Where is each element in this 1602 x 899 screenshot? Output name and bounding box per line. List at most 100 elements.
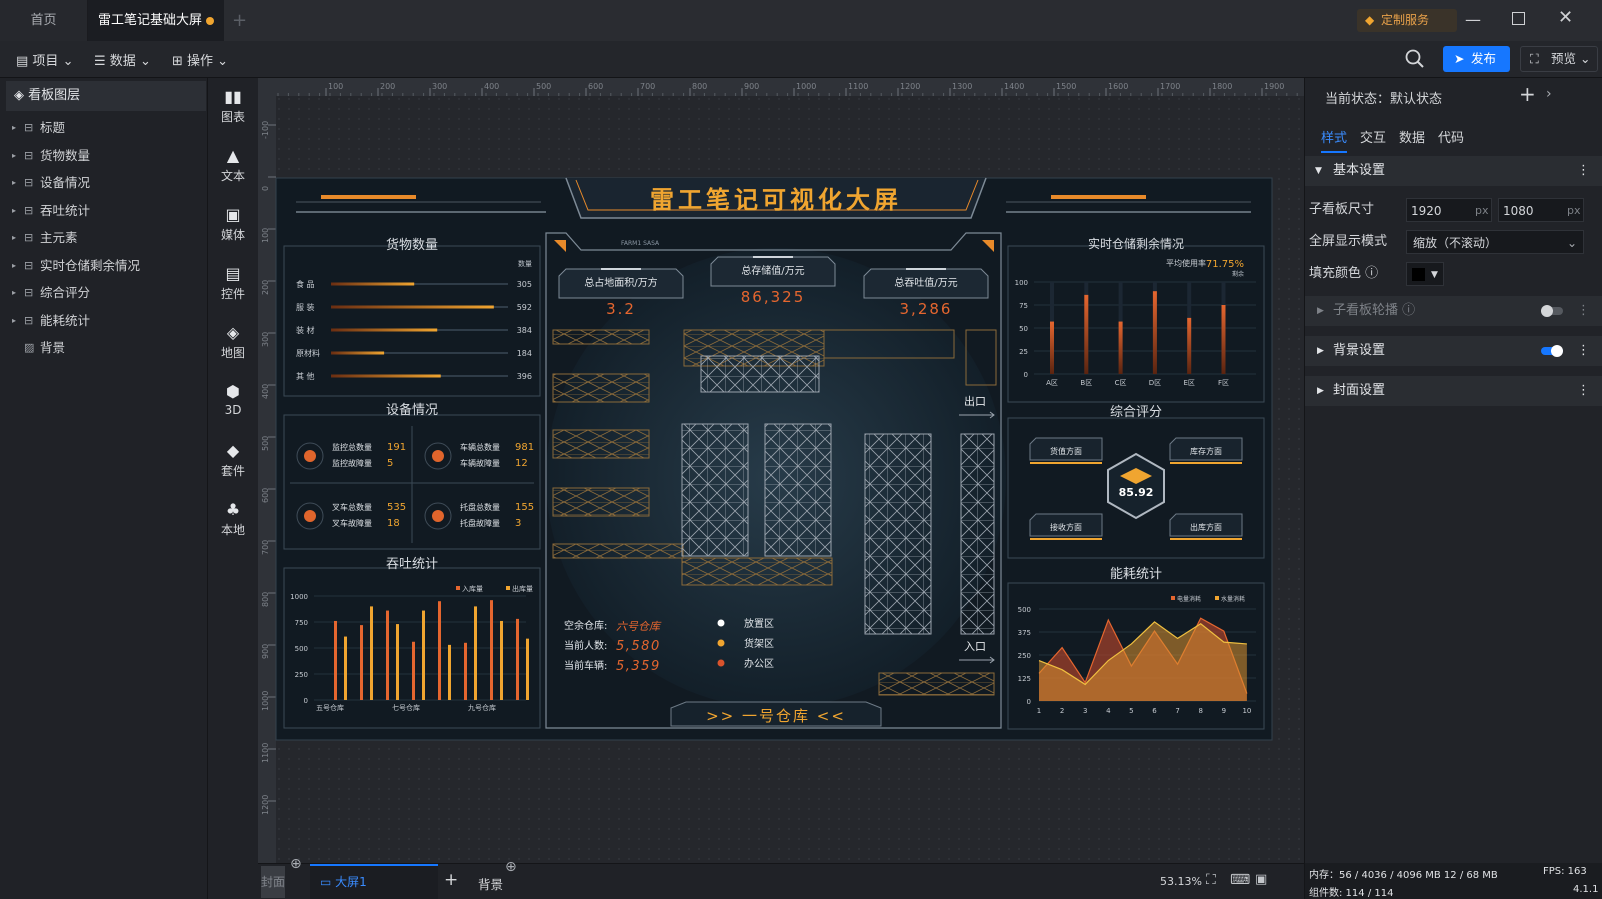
fill-row: 填充颜色 ⓘ ▼ [1305,262,1602,286]
editor-canvas[interactable]: 100 200 300 400 500 600 700 800 900 1000 1100 1200 1… [258,78,1304,863]
stat-value: 3,286 [900,300,953,318]
component-0[interactable]: ▮▮ 图表 [208,86,258,142]
through-legend-swatch [456,586,460,590]
bg-settings-header[interactable]: ▶ 背景设置 ⋮ [1305,336,1602,366]
terminal-icon[interactable]: ▣ [1255,872,1267,887]
storage-ytick: 50 [1019,325,1028,333]
project-menu[interactable]: ▤ 项目 ⌄ [16,50,73,69]
layer-item[interactable]: ▸ ⊟ 实时仓储剩余情况 [0,252,208,280]
add-cover-icon[interactable]: ⊕ [290,856,302,872]
layer-item[interactable]: ▨ 背景 [0,334,208,362]
operate-menu[interactable]: ⊞ 操作 ⌄ [172,50,228,69]
component-7[interactable]: ♣ 本地 [208,499,258,555]
storage-legend: 剩余 [1232,270,1244,278]
cargo-bar [331,305,494,309]
preview-button[interactable]: ⛶ 预览 ⌄ [1520,46,1598,72]
fill-color-picker[interactable]: ▼ [1406,262,1444,286]
data-menu[interactable]: ☰ 数据 ⌄ [94,50,151,69]
custom-service-button[interactable]: ◆ 定制服务 [1357,9,1457,32]
add-bg-icon[interactable]: ⊕ [505,859,517,875]
publish-button[interactable]: ➤ 发布 [1443,46,1510,72]
props-tab[interactable]: 样式 [1321,127,1348,153]
ruler-label: 1000 [796,82,816,91]
component-5[interactable]: ⬢ 3D [208,381,258,437]
zone-label: 放置区 [744,617,774,630]
map-icon: ◈ [226,323,240,342]
layer-item[interactable]: ▸ ⊟ 货物数量 [0,142,208,170]
height-unit: px [1567,204,1581,217]
more-icon[interactable]: ⋮ [1577,296,1590,326]
equip-value: 191 [387,442,406,453]
minimize-icon[interactable]: — [1465,10,1481,29]
height-input[interactable]: 1080 px [1498,198,1584,222]
layer-item[interactable]: ▸ ⊟ 主元素 [0,224,208,252]
data-label: 数据 [109,54,136,69]
screen-small-tag: FARM1 SASA [621,240,660,247]
screen-tab[interactable]: ▭ 大屏1 [310,864,438,899]
maximize-icon[interactable] [1512,12,1525,25]
keyboard-icon[interactable]: ⌨ [1230,872,1250,888]
new-tab-button[interactable]: + [232,0,256,41]
score-label: 出库方面 [1190,522,1222,532]
background-tab[interactable]: 背景 [478,874,503,893]
layer-item[interactable]: ▸ ⊟ 设备情况 [0,169,208,197]
tab-home[interactable]: 首页 [0,0,88,41]
chevron-down-icon: ⌄ [1576,51,1591,66]
cover-settings-label: 封面设置 [1333,383,1386,398]
through-ytick: 500 [295,645,308,653]
add-state-button[interactable]: + [1519,82,1536,106]
tab-active[interactable]: 雷工笔记基础大屏 [88,0,224,41]
search-icon[interactable] [1404,48,1426,70]
component-4[interactable]: ◈ 地图 [208,322,258,378]
equip-label: 叉车故障量 [332,518,372,528]
mode-select[interactable]: 缩放（不滚动） ⌄ [1406,230,1584,254]
mode-value: 缩放（不滚动） [1413,236,1498,250]
info-label: 当前车辆: [564,659,607,672]
props-tab[interactable]: 数据 [1399,127,1425,146]
width-input[interactable]: 1920 px [1406,198,1492,222]
layer-label: 综合评分 [40,285,91,300]
component-6[interactable]: ◆ 套件 [208,440,258,496]
layer-item[interactable]: ▸ ⊟ 标题 [0,114,208,142]
more-icon[interactable]: ⋮ [1577,376,1590,406]
through-ytick: 0 [304,697,308,705]
chevron-right-icon: ▸ [12,233,17,242]
layers-header[interactable]: ◈ 看板图层 [6,81,206,111]
fit-screen-icon[interactable]: ⛶ [1206,872,1216,888]
carousel-toggle[interactable] [1541,305,1563,317]
layer-label: 实时仓储剩余情况 [40,257,141,273]
score-label: 接收方面 [1050,522,1082,532]
more-icon[interactable]: ⋮ [1577,336,1590,366]
width-unit: px [1475,204,1489,217]
component-3[interactable]: ▤ 控件 [208,263,258,319]
layer-item[interactable]: ▸ ⊟ 能耗统计 [0,307,208,335]
more-icon[interactable]: ⋮ [1577,156,1590,186]
component-2[interactable]: ▣ 媒体 [208,204,258,260]
props-tab[interactable]: 代码 [1438,127,1464,146]
energy-ytick: 0 [1027,698,1031,706]
layer-item[interactable]: ▸ ⊟ 吞吐统计 [0,197,208,225]
basic-settings-header[interactable]: ▼ 基本设置 ⋮ [1305,156,1602,186]
stat-value: 86,325 [741,288,806,306]
image-icon: ▨ [24,341,35,354]
close-icon[interactable]: ✕ [1558,7,1573,28]
storage-ytick: 75 [1019,302,1028,310]
zoom-level[interactable]: 53.13% [1160,875,1202,888]
cargo-title: 货物数量 [386,237,438,253]
cargo-bar [331,351,385,355]
cargo-label: 装 材 [296,325,315,335]
toolbar: ▤ 项目 ⌄ ☰ 数据 ⌄ ⊞ 操作 ⌄ ➤ 发布 ⛶ 预览 ⌄ [0,41,1602,78]
chevron-right-icon[interactable]: › [1546,86,1552,102]
bg-toggle[interactable] [1541,345,1563,357]
through-ytick: 1000 [290,593,308,601]
component-1[interactable]: ▲ 文本 [208,145,258,201]
equip-icon [304,510,316,522]
carousel-header[interactable]: ▶ 子看板轮播 ⓘ ⋮ [1305,296,1602,326]
layer-item[interactable]: ▸ ⊟ 综合评分 [0,279,208,307]
dashboard-screen[interactable]: 雷工笔记可视化大屏 货物数量 数量 食 品 305服 装 592装 材 384原材料 1… [275,177,1273,741]
cover-settings-header[interactable]: ▶ 封面设置 ⋮ [1305,376,1602,406]
cover-tab[interactable]: 封面 [261,866,285,898]
props-tab[interactable]: 交互 [1360,127,1386,146]
equip-label: 车辆故障量 [460,458,500,468]
add-screen-button[interactable]: + [444,870,458,890]
